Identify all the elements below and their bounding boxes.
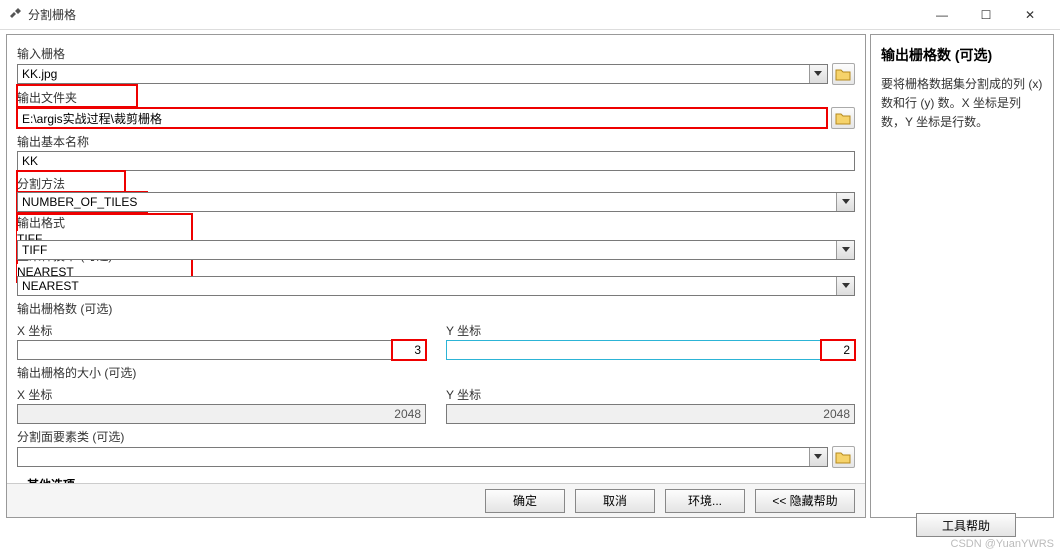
x2-label: X 坐标 — [17, 386, 426, 403]
maximize-button[interactable]: ☐ — [964, 1, 1008, 29]
input-raster-combo[interactable]: KK.jpg — [17, 64, 828, 84]
out-size-label: 输出栅格的大小 (可选) — [17, 364, 855, 381]
y-coord-input[interactable] — [446, 340, 855, 360]
cancel-button[interactable]: 取消 — [575, 489, 655, 513]
dialog-buttons: 确定 取消 环境... << 隐藏帮助 — [7, 483, 865, 517]
x-size-input[interactable] — [17, 404, 426, 424]
ok-button[interactable]: 确定 — [485, 489, 565, 513]
help-panel: 输出栅格数 (可选) 要将栅格数据集分割成的列 (x) 数和行 (y) 数。X … — [870, 34, 1054, 518]
help-title: 输出栅格数 (可选) — [881, 45, 1043, 65]
output-format-label: 输出格式 — [17, 214, 112, 231]
browse-output-button[interactable] — [831, 107, 855, 129]
browse-input-button[interactable] — [832, 63, 855, 85]
split-method-label: 分割方法 — [17, 175, 125, 192]
y2-label: Y 坐标 — [446, 386, 855, 403]
split-method-combo[interactable]: NUMBER_OF_TILES — [17, 192, 855, 212]
resample-combo[interactable]: NEAREST — [17, 276, 855, 296]
watermark: CSDN @YuanYWRS — [951, 538, 1054, 550]
minimize-button[interactable]: — — [920, 1, 964, 29]
hide-help-button[interactable]: << 隐藏帮助 — [755, 489, 855, 513]
resample-value: NEAREST — [22, 279, 79, 293]
chevron-down-icon[interactable] — [836, 277, 854, 295]
main-area: 输入栅格 KK.jpg 输出文件夹 — [0, 30, 1060, 522]
browse-fc-button[interactable] — [832, 446, 855, 468]
output-folder-input[interactable] — [17, 108, 827, 128]
help-body: 要将栅格数据集分割成的列 (x) 数和行 (y) 数。X 坐标是列数，Y 坐标是… — [881, 75, 1043, 133]
form-area: 输入栅格 KK.jpg 输出文件夹 — [7, 35, 865, 483]
num-rasters-label: 输出栅格数 (可选) — [17, 300, 855, 317]
parameters-panel: 输入栅格 KK.jpg 输出文件夹 — [6, 34, 866, 518]
split-method-value: NUMBER_OF_TILES — [22, 195, 137, 209]
chevron-down-icon[interactable] — [809, 65, 827, 83]
x-coord-input[interactable] — [17, 340, 426, 360]
y-size-input[interactable] — [446, 404, 855, 424]
tool-help-button[interactable]: 工具帮助 — [916, 513, 1016, 537]
chevron-down-icon[interactable] — [836, 241, 854, 259]
output-folder-label: 输出文件夹 — [17, 89, 137, 106]
chevron-down-icon[interactable] — [809, 448, 827, 466]
hammer-icon — [8, 8, 22, 22]
titlebar: 分割栅格 — ☐ ✕ — [0, 0, 1060, 30]
close-button[interactable]: ✕ — [1008, 1, 1052, 29]
environments-button[interactable]: 环境... — [665, 489, 745, 513]
chevron-down-icon[interactable] — [836, 193, 854, 211]
expander-other[interactable]: ⌄其他选项 — [17, 476, 855, 483]
output-basename-label: 输出基本名称 — [17, 133, 855, 150]
output-format-value: TIFF — [22, 243, 47, 257]
x-coord-label: X 坐标 — [17, 322, 426, 339]
split-fc-combo[interactable] — [17, 447, 828, 467]
window-title: 分割栅格 — [28, 6, 920, 23]
y-coord-label: Y 坐标 — [446, 322, 855, 339]
output-format-combo[interactable]: TIFF — [17, 240, 855, 260]
split-fc-label: 分割面要素类 (可选) — [17, 428, 855, 445]
input-raster-value: KK.jpg — [22, 67, 57, 81]
input-raster-label: 输入栅格 — [17, 45, 855, 62]
output-basename-input[interactable] — [17, 151, 855, 171]
